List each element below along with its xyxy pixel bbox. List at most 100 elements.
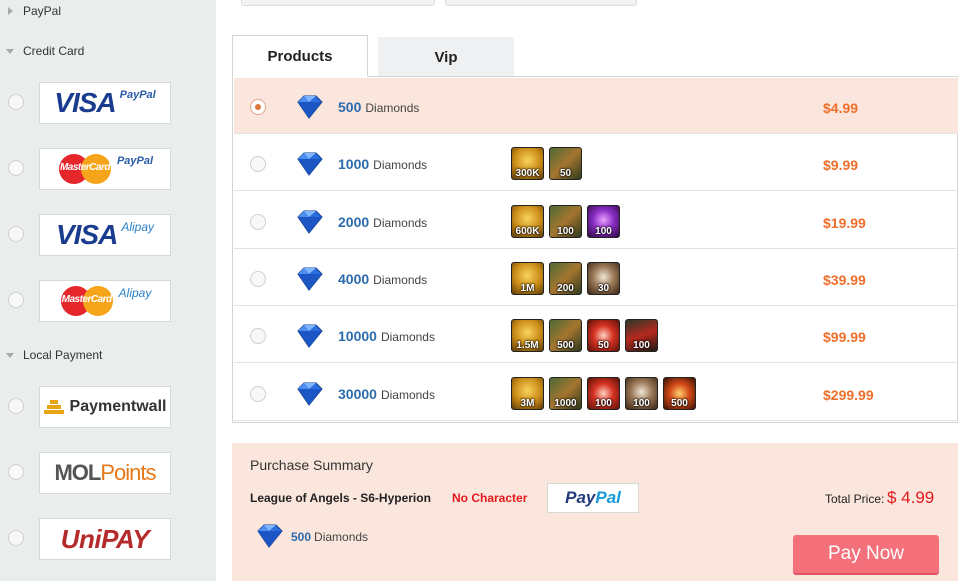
product-radio[interactable] — [250, 213, 266, 230]
product-amount-unit: Diamonds — [373, 215, 428, 230]
tab-vip[interactable]: Vip — [378, 37, 514, 77]
pearl-icon[interactable]: 30 — [587, 261, 620, 295]
bonus-item-qty: 50 — [597, 340, 610, 352]
paypal-pal-text: Pal — [595, 488, 621, 507]
pay-method-radio[interactable] — [8, 398, 24, 414]
product-row[interactable]: 500 Diamonds $4.99 — [234, 78, 958, 134]
expand-down-icon — [6, 352, 14, 358]
visa-alipay-logo[interactable]: VISA Alipay — [39, 214, 171, 256]
tab-products[interactable]: Products — [232, 35, 368, 77]
product-price: $9.99 — [823, 157, 859, 174]
paymentwall-logo[interactable]: Paymentwall — [39, 386, 171, 428]
red-star-icon[interactable]: 50 — [587, 319, 620, 353]
fire-orb-icon[interactable]: 500 — [663, 376, 696, 410]
unipay-logo[interactable]: UniPAY — [39, 518, 171, 560]
summary-amount-value: 500 — [291, 530, 312, 544]
visa-paypal-logo[interactable]: VISA PayPal — [39, 82, 171, 124]
product-row[interactable]: 10000 Diamonds 1.5M 500 50 100 $99.99 — [234, 307, 958, 364]
book-icon[interactable]: 50 — [549, 147, 582, 181]
tab-products-label: Products — [267, 47, 333, 65]
product-row[interactable]: 30000 Diamonds 3M 1000 100 100 500 $299.99 — [234, 365, 958, 421]
bonus-item-qty: 600K — [515, 225, 540, 237]
pay-method-radio[interactable] — [8, 160, 24, 176]
pay-method-paymentwall[interactable]: Paymentwall — [0, 386, 216, 430]
pearl-icon[interactable]: 100 — [625, 376, 658, 410]
mastercard-paypal-logo[interactable]: MasterCard PayPal — [39, 148, 171, 190]
pay-method-molpoints[interactable]: MOLPoints — [0, 452, 216, 496]
molpoints-logo[interactable]: MOLPoints — [39, 452, 171, 494]
pay-method-unipay[interactable]: UniPAY — [0, 518, 216, 562]
group-local-payment-label: Local Payment — [23, 348, 103, 362]
product-amount-value: 500 — [338, 99, 362, 115]
product-row[interactable]: 2000 Diamonds 600K 100 100 $19.99 — [234, 193, 958, 249]
product-amount-unit: Diamonds — [365, 101, 420, 115]
mastercard-alipay-logo[interactable]: MasterCard Alipay — [39, 280, 171, 322]
product-radio[interactable] — [250, 270, 266, 287]
bonus-item-qty: 500 — [671, 397, 688, 409]
book-icon[interactable]: 200 — [549, 261, 582, 295]
diamond-icon — [297, 95, 323, 119]
pay-method-radio[interactable] — [8, 226, 24, 242]
bonus-items: 300K 50 — [511, 147, 587, 181]
gold-coins-icon[interactable]: 1M — [511, 261, 544, 295]
product-amount-value: 10000 — [338, 328, 377, 345]
summary-title: Purchase Summary — [250, 457, 373, 473]
red-roof-icon[interactable]: 100 — [625, 319, 658, 353]
pay-method-mastercard-paypal[interactable]: MasterCard PayPal — [0, 148, 216, 192]
bonus-items: 600K 100 100 — [511, 204, 625, 238]
pay-method-visa-paypal[interactable]: VISA PayPal — [0, 82, 216, 126]
product-row[interactable]: 4000 Diamonds 1M 200 30 $39.99 — [234, 250, 958, 306]
mastercard-brand-text: MasterCard — [61, 294, 113, 305]
bonus-item-qty: 1000 — [554, 397, 577, 409]
bonus-item-qty: 1.5M — [516, 340, 539, 352]
pay-method-radio[interactable] — [8, 464, 24, 480]
diamond-icon — [257, 524, 283, 548]
paymentwall-bars-icon — [43, 398, 66, 416]
paypal-partner-text: PayPal — [116, 155, 154, 167]
selected-method-logo: PayPal — [547, 483, 639, 513]
purchase-summary: Purchase Summary League of Angels - S6-H… — [232, 443, 958, 581]
red-star-icon[interactable]: 100 — [587, 376, 620, 410]
book-icon[interactable]: 500 — [549, 319, 582, 353]
gold-coins-icon[interactable]: 1.5M — [511, 319, 544, 353]
summary-amount-unit: Diamonds — [314, 530, 369, 544]
gold-coins-icon[interactable]: 300K — [511, 147, 544, 181]
pay-method-mastercard-alipay[interactable]: MasterCard Alipay — [0, 280, 216, 324]
mastercard-brand-text: MasterCard — [59, 162, 111, 173]
product-radio[interactable] — [250, 156, 266, 173]
pay-method-visa-alipay[interactable]: VISA Alipay — [0, 214, 216, 258]
product-radio[interactable] — [250, 385, 266, 402]
pay-method-radio[interactable] — [8, 94, 24, 110]
paypal-pay-text: Pay — [565, 488, 596, 507]
product-radio[interactable] — [250, 99, 266, 115]
group-paypal[interactable]: PayPal — [6, 4, 61, 18]
group-local-payment[interactable]: Local Payment — [6, 348, 102, 362]
product-radio[interactable] — [250, 328, 266, 345]
pay-now-button[interactable]: Pay Now — [793, 535, 939, 575]
product-row[interactable]: 1000 Diamonds 300K 50 $9.99 — [234, 135, 958, 192]
book-icon[interactable]: 1000 — [549, 376, 582, 410]
total-price-label: Total Price: — [825, 492, 885, 506]
gold-coins-icon[interactable]: 600K — [511, 204, 544, 238]
top-dropdown-right[interactable] — [445, 0, 637, 6]
pay-method-radio[interactable] — [8, 530, 24, 546]
top-dropdown-left[interactable] — [241, 0, 435, 6]
gold-coins-icon[interactable]: 3M — [511, 376, 544, 410]
group-credit-card[interactable]: Credit Card — [6, 44, 84, 58]
collapse-right-icon — [8, 7, 13, 15]
purple-orb-icon[interactable]: 100 — [587, 204, 620, 238]
product-amount-unit: Diamonds — [373, 272, 428, 287]
bonus-items: 1.5M 500 50 100 — [511, 319, 663, 353]
mastercard-icon: MasterCard — [57, 152, 113, 186]
bonus-item-qty: 100 — [633, 340, 650, 352]
product-price: $19.99 — [823, 214, 866, 231]
book-icon[interactable]: 100 — [549, 204, 582, 238]
bonus-item-qty: 50 — [559, 168, 572, 180]
game-server-name: League of Angels - S6-Hyperion — [250, 491, 431, 505]
product-amount-value: 4000 — [338, 270, 370, 287]
pay-method-radio[interactable] — [8, 292, 24, 308]
product-amount-value: 2000 — [338, 213, 370, 230]
product-price: $39.99 — [823, 271, 866, 288]
bonus-item-qty: 3M — [520, 397, 535, 409]
bonus-items: 1M 200 30 — [511, 261, 625, 295]
